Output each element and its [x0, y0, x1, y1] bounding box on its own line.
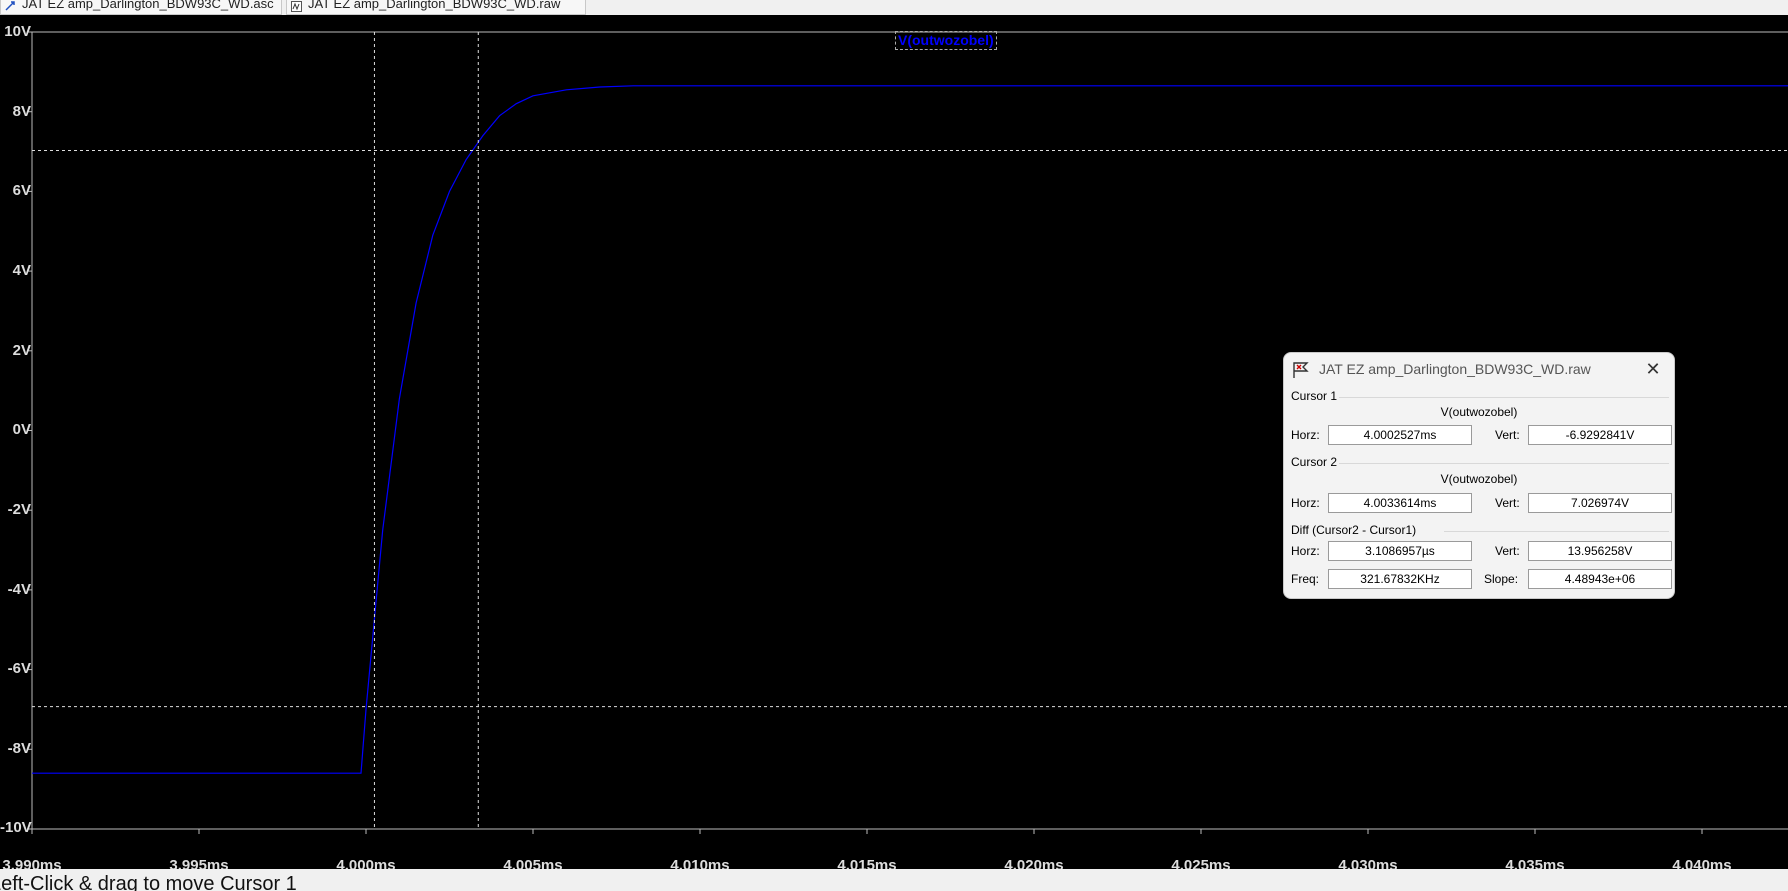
diff-vert-label: Vert: [1495, 544, 1520, 558]
ltspice-flag-icon [1292, 361, 1310, 379]
y-tick-label: 0V [12, 421, 31, 438]
y-tick-label: 8V [12, 103, 31, 120]
y-tick-label: 6V [12, 182, 31, 199]
x-tick-label: 3.995ms [169, 857, 229, 869]
dialog-titlebar[interactable]: JAT EZ amp_Darlington_BDW93C_WD.raw ✕ [1284, 353, 1674, 385]
diff-vert-field[interactable]: 13.956258V [1528, 541, 1672, 561]
x-tick-label: 3.990ms [2, 857, 62, 869]
diff-group-label: Diff (Cursor2 - Cursor1) [1291, 523, 1417, 537]
diff-freq-label: Freq: [1291, 572, 1320, 586]
cursor2-vert-label: Vert: [1495, 496, 1520, 510]
x-tick-label: 4.015ms [837, 857, 897, 869]
y-tick-label: 10V [4, 23, 31, 40]
tab-waveform-label: JAT EZ amp_Darlington_BDW93C_WD.raw [308, 0, 561, 11]
y-tick-label: -2V [7, 501, 31, 518]
cursor1-horz-label: Horz: [1291, 428, 1320, 442]
separator [1339, 463, 1669, 464]
dialog-title: JAT EZ amp_Darlington_BDW93C_WD.raw [1319, 361, 1591, 377]
cursor1-horz-field[interactable]: 4.0002527ms [1328, 425, 1472, 445]
x-tick-label: 4.035ms [1505, 857, 1565, 869]
status-text: Left-Click & drag to move Cursor 1 [0, 873, 297, 891]
y-tick-label: -4V [7, 581, 31, 598]
x-tick-label: 4.010ms [670, 857, 730, 869]
y-tick-label: 2V [12, 342, 31, 359]
waveform-plot[interactable]: V(outwozobel) 10V 8V 6V 4V 2V 0V -2V -4V… [0, 15, 1788, 869]
cursor2-horz-label: Horz: [1291, 496, 1320, 510]
diff-horz-label: Horz: [1291, 544, 1320, 558]
y-tick-label: -6V [7, 660, 31, 677]
cursor-values-dialog[interactable]: JAT EZ amp_Darlington_BDW93C_WD.raw ✕ Cu… [1283, 352, 1675, 599]
status-bar: Left-Click & drag to move Cursor 1 [0, 869, 1788, 891]
diff-freq-field[interactable]: 321.67832KHz [1328, 569, 1472, 589]
schematic-icon [5, 0, 16, 11]
separator [1339, 397, 1669, 398]
y-tick-label: 4V [12, 262, 31, 279]
cursor2-horz-field[interactable]: 4.0033614ms [1328, 493, 1472, 513]
diff-slope-field[interactable]: 4.48943e+06 [1528, 569, 1672, 589]
cursor1-vert-label: Vert: [1495, 428, 1520, 442]
x-tick-label: 4.040ms [1672, 857, 1732, 869]
cursor1-vert-field[interactable]: -6.9292841V [1528, 425, 1672, 445]
x-tick-label: 4.030ms [1338, 857, 1398, 869]
tab-waveform[interactable]: JAT EZ amp_Darlington_BDW93C_WD.raw [286, 0, 586, 15]
trace-label[interactable]: V(outwozobel) [895, 31, 997, 50]
cursor1-trace: V(outwozobel) [1440, 405, 1518, 419]
x-tick-label: 4.025ms [1171, 857, 1231, 869]
diff-horz-field[interactable]: 3.1086957µs [1328, 541, 1472, 561]
y-tick-label: -10V [0, 819, 32, 836]
cursor2-vert-field[interactable]: 7.026974V [1528, 493, 1672, 513]
diff-slope-label: Slope: [1484, 572, 1519, 586]
x-tick-label: 4.005ms [503, 857, 563, 869]
close-icon[interactable]: ✕ [1639, 357, 1667, 381]
x-tick-label: 4.020ms [1004, 857, 1064, 869]
cursor2-trace: V(outwozobel) [1440, 472, 1518, 486]
waveform-icon [291, 0, 302, 12]
tab-bar: JAT EZ amp_Darlington_BDW93C_WD.asc JAT … [0, 0, 1788, 15]
tab-schematic[interactable]: JAT EZ amp_Darlington_BDW93C_WD.asc [0, 0, 282, 15]
separator [1444, 531, 1669, 532]
cursor1-group-label: Cursor 1 [1291, 389, 1338, 403]
tab-schematic-label: JAT EZ amp_Darlington_BDW93C_WD.asc [22, 0, 274, 11]
cursor2-group-label: Cursor 2 [1291, 455, 1338, 469]
x-tick-label: 4.000ms [336, 857, 396, 869]
y-tick-label: -8V [7, 740, 31, 757]
